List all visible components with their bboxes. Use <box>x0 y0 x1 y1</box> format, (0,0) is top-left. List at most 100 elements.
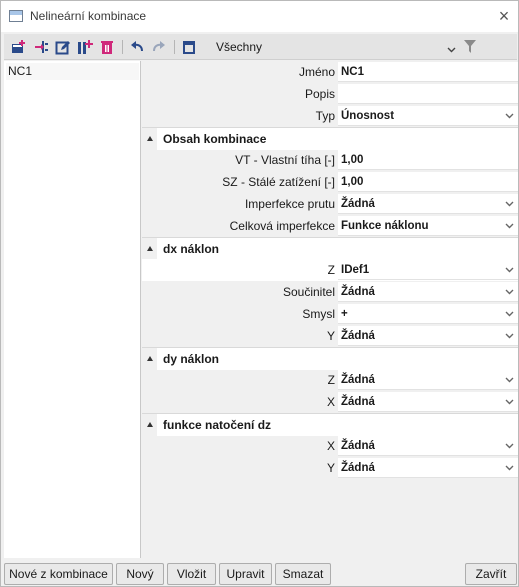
combination-list: NC1 <box>4 61 141 558</box>
undo-icon[interactable] <box>128 38 146 56</box>
chevron-down-icon[interactable] <box>502 329 516 343</box>
chevron-down-icon[interactable] <box>502 307 516 321</box>
dx-y-select[interactable]: Žádná <box>338 326 518 346</box>
prop-label: Smysl <box>302 307 335 321</box>
prop-row-vt: VT - Vlastní tíha [-] 1,00 <box>142 149 518 171</box>
prop-label: Součinitel <box>282 285 335 299</box>
section-combination-content[interactable]: Obsah kombinace <box>142 127 518 150</box>
insert-icon[interactable] <box>32 38 50 56</box>
chevron-down-icon[interactable] <box>502 263 516 277</box>
dx-z-value: IDef1 <box>341 264 370 276</box>
prop-row-dx-sense: Smysl + <box>142 303 518 325</box>
prop-label: SZ - Stálé zatížení [-] <box>222 175 335 189</box>
prop-row-name: Jméno NC1 <box>142 61 518 83</box>
prop-row-description: Popis <box>142 83 518 105</box>
filter-value: Všechny <box>216 40 263 54</box>
vt-coefficient-field[interactable]: 1,00 <box>338 150 518 170</box>
global-imperfection-select[interactable]: Funkce náklonu <box>338 216 518 236</box>
collapse-icon[interactable] <box>147 422 153 427</box>
new-from-combination-button[interactable]: Nové z kombinace <box>4 563 113 585</box>
member-imperfection-select[interactable]: Žádná <box>338 194 518 214</box>
prop-row-dx-y: Y Žádná <box>142 325 518 347</box>
delete-button[interactable]: Smazat <box>275 563 331 585</box>
window-icon <box>9 10 23 22</box>
dx-sense-select[interactable]: + <box>338 304 518 324</box>
rot-y-select[interactable]: Žádná <box>338 458 518 478</box>
prop-row-global-imperfection: Celková imperfekce Funkce náklonu <box>142 215 518 237</box>
funnel-icon[interactable] <box>464 40 476 57</box>
section-title: dx náklon <box>157 238 518 260</box>
toolbar-separator <box>122 40 123 54</box>
rot-x-value: Žádná <box>341 440 375 452</box>
window-title: Nelineární kombinace <box>30 9 147 23</box>
table-icon[interactable] <box>180 38 198 56</box>
prop-label: Popis <box>304 87 335 101</box>
prop-row-member-imperfection: Imperfekce prutu Žádná <box>142 193 518 215</box>
prop-label: Jméno <box>298 65 335 79</box>
chevron-down-icon[interactable] <box>502 395 516 409</box>
description-field[interactable] <box>338 84 518 104</box>
dx-y-value: Žádná <box>341 330 375 342</box>
new-icon[interactable] <box>10 38 28 56</box>
type-value: Únosnost <box>341 110 395 122</box>
prop-row-type: Typ Únosnost <box>142 105 518 127</box>
rot-x-select[interactable]: Žádná <box>338 436 518 456</box>
dy-z-select[interactable]: Žádná <box>338 370 518 390</box>
collapse-icon[interactable] <box>147 246 153 251</box>
type-select[interactable]: Únosnost <box>338 106 518 126</box>
global-imperfection-value: Funkce náklonu <box>341 220 429 232</box>
prop-row-rot-y: Y Žádná <box>142 457 518 479</box>
prop-row-rot-x: X Žádná <box>142 435 518 457</box>
nonlinear-combination-dialog: Nelineární kombinace × Všechny NC1 Jméno… <box>0 0 519 587</box>
chevron-down-icon[interactable] <box>502 461 516 475</box>
member-imperfection-value: Žádná <box>341 198 375 210</box>
dx-z-select[interactable]: IDef1 <box>338 260 518 280</box>
dx-coefficient-select[interactable]: Žádná <box>338 282 518 302</box>
chevron-down-icon[interactable] <box>502 373 516 387</box>
close-icon[interactable]: × <box>494 6 514 26</box>
dy-z-value: Žádná <box>341 374 375 386</box>
prop-label: Z <box>327 263 335 277</box>
filter-select[interactable]: Všechny <box>216 37 460 57</box>
chevron-down-icon[interactable] <box>502 439 516 453</box>
copy-icon[interactable] <box>76 38 94 56</box>
prop-row-dx-coefficient: Součinitel Žádná <box>142 281 518 303</box>
title-bar: Nelineární kombinace × <box>1 1 518 32</box>
toolbar: Všechny <box>4 34 517 60</box>
section-dx-sway[interactable]: dx náklon <box>142 237 518 260</box>
new-button[interactable]: Nový <box>116 563 164 585</box>
section-dy-sway[interactable]: dy náklon <box>142 347 518 370</box>
prop-label: Y <box>326 329 335 343</box>
edit-icon[interactable] <box>54 38 72 56</box>
prop-label: Imperfekce prutu <box>244 197 335 211</box>
dx-coefficient-value: Žádná <box>341 286 375 298</box>
edit-button[interactable]: Upravit <box>219 563 272 585</box>
prop-row-dy-x: X Žádná <box>142 391 518 413</box>
close-button[interactable]: Zavřít <box>465 563 517 585</box>
section-title: dy náklon <box>157 348 518 370</box>
insert-button[interactable]: Vložit <box>167 563 216 585</box>
chevron-down-icon[interactable] <box>502 109 516 123</box>
prop-row-dy-z: Z Žádná <box>142 369 518 391</box>
prop-label: Y <box>326 461 335 475</box>
chevron-down-icon[interactable] <box>447 42 456 56</box>
dy-x-value: Žádná <box>341 396 375 408</box>
chevron-down-icon[interactable] <box>502 285 516 299</box>
section-title: Obsah kombinace <box>157 128 518 150</box>
prop-label: X <box>326 395 335 409</box>
property-grid: Jméno NC1 Popis Typ Únosnost Obsah kombi… <box>142 61 518 558</box>
section-rotation-dz[interactable]: funkce natočení dz <box>142 413 518 436</box>
dy-x-select[interactable]: Žádná <box>338 392 518 412</box>
chevron-down-icon[interactable] <box>502 197 516 211</box>
redo-icon[interactable] <box>150 38 168 56</box>
chevron-down-icon[interactable] <box>502 219 516 233</box>
sz-coefficient-field[interactable]: 1,00 <box>338 172 518 192</box>
collapse-icon[interactable] <box>147 136 153 141</box>
collapse-icon[interactable] <box>147 356 153 361</box>
list-item[interactable]: NC1 <box>6 63 139 80</box>
name-field[interactable]: NC1 <box>338 62 518 82</box>
section-title: funkce natočení dz <box>157 414 518 436</box>
prop-label: Z <box>327 373 335 387</box>
dx-sense-value: + <box>341 308 348 320</box>
delete-icon[interactable] <box>98 38 116 56</box>
